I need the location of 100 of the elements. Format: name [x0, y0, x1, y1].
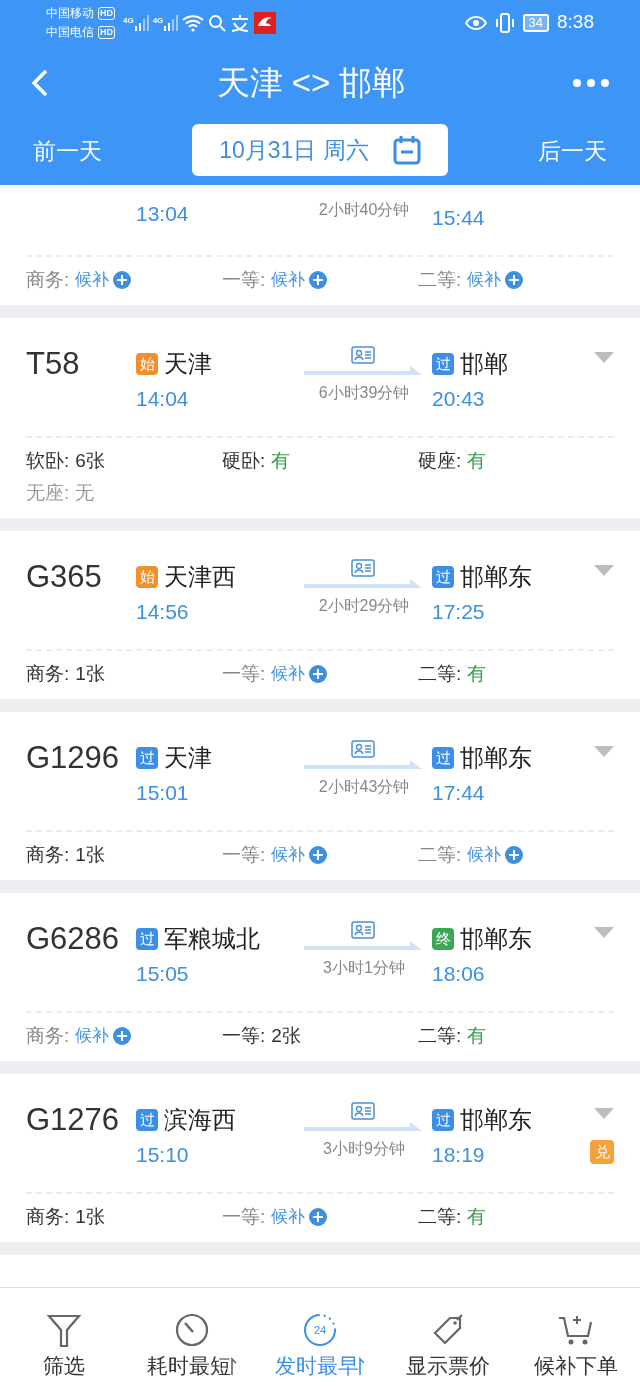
network-label: 4G	[152, 14, 164, 27]
seat-availability: 有	[467, 662, 487, 686]
seat-class-label: 商务:	[26, 662, 70, 686]
seat-class-label: 二等:	[418, 1205, 462, 1229]
seat-availability: 候补	[271, 844, 306, 866]
seat-class-label: 二等:	[418, 843, 462, 867]
station-name: 天津	[164, 349, 212, 379]
seat-availability: 有	[271, 449, 291, 473]
sort-tab[interactable]: 24 发时最早	[256, 1288, 384, 1387]
seat-class-label: 二等:	[418, 1024, 462, 1048]
station-name: 邯郸东	[460, 562, 532, 592]
train-card[interactable]: G365 始 天津西 14:56 2小时29分钟 过 邯郸东 17:25 商务: 1张 一等: 候补 二等: 有	[0, 531, 640, 699]
travel-duration: 3小时1分钟	[323, 958, 405, 978]
station-name: 邯郸东	[460, 1105, 532, 1135]
station-name: 邯郸东	[460, 743, 532, 773]
train-number: G6286	[26, 920, 121, 958]
sort-tab[interactable]: 显示票价	[384, 1288, 512, 1387]
seat-class-label: 软卧:	[26, 449, 70, 473]
seat-availability: 1张	[75, 662, 105, 686]
arrival-time: 17:44	[432, 780, 486, 806]
seat-availability: 候补	[75, 1025, 110, 1047]
seat-availability: 无	[75, 481, 95, 505]
arrival-time: 20:43	[432, 386, 486, 412]
battery-icon: 34	[522, 13, 549, 32]
seat-class-label: 一等:	[222, 1024, 266, 1048]
train-card[interactable]: T58 始 天津 14:04 6小时39分钟 过 邯郸 20:43 软卧: 6张 硬卧: 有 硬座: 有 无座: 无	[0, 318, 640, 518]
seat-availability: 候补	[271, 269, 306, 291]
seat-availability: 6张	[75, 449, 105, 473]
station-name: 邯郸东	[460, 924, 532, 954]
seat-class-label: 硬卧:	[222, 449, 266, 473]
seat-availability: 2张	[271, 1024, 301, 1048]
train-number: T58	[26, 345, 81, 383]
station-name: 天津西	[164, 562, 236, 592]
station-badge: 过	[136, 1109, 158, 1131]
seat-class-label: 一等:	[222, 1205, 266, 1229]
seat-availability: 候补	[467, 269, 502, 291]
train-number: G1276	[26, 1101, 121, 1139]
sort-tab[interactable]: 耗时最短	[128, 1288, 256, 1387]
seat-class-label: 一等:	[222, 662, 266, 686]
station-badge: 终	[432, 928, 454, 950]
arrival-time: 17:25	[432, 599, 486, 625]
station-name: 军粮城北	[164, 924, 260, 954]
station-badge: 始	[136, 566, 158, 588]
station-badge: 过	[432, 747, 454, 769]
seat-class-label: 二等:	[418, 662, 462, 686]
departure-time: 13:04	[136, 201, 190, 227]
hd-badge: HD	[98, 6, 115, 20]
arrival-time: 18:06	[432, 961, 486, 987]
hd-badge: HD	[98, 25, 115, 39]
seat-class-label: 商务:	[26, 1024, 70, 1048]
departure-time: 14:04	[136, 386, 190, 412]
departure-time: 15:05	[136, 961, 190, 987]
seat-class-label: 一等:	[222, 843, 266, 867]
exchange-tag: 兑	[590, 1140, 614, 1164]
seat-availability: 候补	[271, 1206, 306, 1228]
clock-time: 8:38	[557, 10, 594, 35]
seat-class-label: 商务:	[26, 1205, 70, 1229]
station-badge: 过	[136, 928, 158, 950]
travel-duration: 6小时39分钟	[318, 383, 410, 403]
travel-duration: 3小时9分钟	[323, 1139, 405, 1159]
train-number: G1296	[26, 739, 121, 777]
seat-class-label: 二等:	[418, 268, 462, 292]
station-name: 天津	[164, 743, 212, 773]
sort-tab[interactable]: 候补下单	[512, 1288, 640, 1387]
travel-duration: 2小时40分钟	[318, 200, 410, 220]
seat-availability: 有	[467, 1024, 487, 1048]
travel-duration: 2小时29分钟	[318, 596, 410, 616]
departure-time: 14:56	[136, 599, 190, 625]
sort-tab[interactable]: 筛选	[0, 1288, 128, 1387]
arrival-time: 18:19	[432, 1142, 486, 1168]
network-label: 4G	[123, 14, 134, 27]
seat-class-label: 硬座:	[418, 449, 462, 473]
train-number: G365	[26, 558, 103, 596]
seat-class-label: 一等:	[222, 268, 266, 292]
seat-availability: 候补	[271, 663, 306, 685]
train-card[interactable]: G6286 过 军粮城北 15:05 3小时1分钟 终 邯郸东 18:06 商务: 候补 一等: 2张 二等: 有	[0, 893, 640, 1061]
page-title: 天津 <> 邯郸	[215, 62, 407, 103]
seat-availability: 候补	[75, 269, 110, 291]
carrier-name: 中国电信	[46, 23, 94, 41]
seat-availability: 1张	[75, 843, 105, 867]
carrier-name: 中国移动	[46, 4, 94, 22]
seat-availability: 候补	[467, 844, 502, 866]
station-badge: 过	[432, 566, 454, 588]
travel-duration: 2小时43分钟	[318, 777, 410, 797]
train-card[interactable]: G1276 过 滨海西 15:10 3小时9分钟 过 邯郸东 18:19 兑 商务: 1张 一等: 候补 二等: 有	[0, 1074, 640, 1242]
station-badge: 过	[432, 353, 454, 375]
station-badge: 始	[136, 353, 158, 375]
clock-icon: 24	[302, 1312, 338, 1348]
seat-class-label: 无座:	[26, 481, 70, 505]
train-card[interactable]: G1296 过 天津 15:01 2小时43分钟 过 邯郸东 17:44 商务: 1张 一等: 候补 二等: 候补	[0, 712, 640, 880]
seat-availability: 有	[467, 449, 487, 473]
station-badge: 过	[432, 1109, 454, 1131]
seat-class-label: 商务:	[26, 843, 70, 867]
train-card[interactable]: 13:04 2小时40分钟 15:44 商务: 候补 一等: 候补 二等: 候补	[0, 185, 640, 305]
departure-time: 15:10	[136, 1142, 190, 1168]
seat-availability: 有	[467, 1205, 487, 1229]
departure-time: 15:01	[136, 780, 190, 806]
seat-availability: 1张	[75, 1205, 105, 1229]
station-name: 滨海西	[164, 1105, 236, 1135]
seat-class-label: 商务:	[26, 268, 70, 292]
